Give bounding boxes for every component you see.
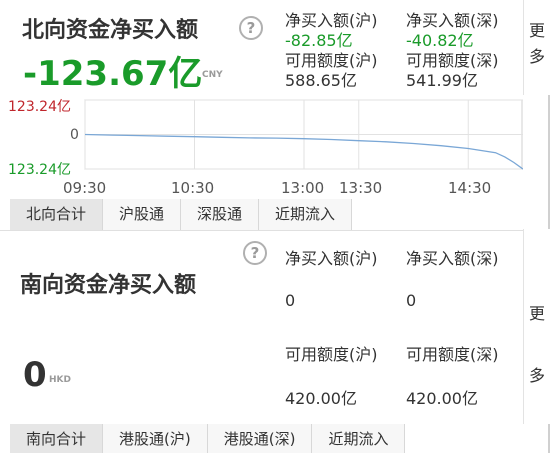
more-column: 更多	[523, 0, 550, 95]
x-tick-label: 13:00	[281, 179, 325, 197]
tab-south-total[interactable]: 南向合计	[10, 424, 104, 453]
sz-quota-value: 541.99亿	[406, 71, 478, 90]
sh-net-value: 0	[285, 291, 296, 310]
northbound-title: 北向资金净买入额	[22, 18, 199, 43]
x-tick-label: 13:30	[339, 179, 383, 197]
y-axis-zero-label: 0	[70, 127, 79, 143]
tab-sz-connect[interactable]: 深股通	[181, 199, 260, 230]
help-icon[interactable]: ?	[239, 16, 263, 40]
sh-net-label: 净买入额(沪)	[285, 249, 378, 268]
northbound-panel: 北向资金净买入额 ? -123.67亿 CNY 净买入额(沪) -82.85亿 …	[8, 0, 550, 230]
sh-quota-label: 可用额度(沪)	[285, 345, 378, 364]
more-link[interactable]: 更多	[524, 18, 550, 70]
x-tick-label: 09:30	[63, 179, 107, 197]
southbound-net-value: 0	[23, 355, 47, 395]
x-tick-label: 14:30	[448, 179, 492, 197]
help-icon[interactable]: ?	[243, 241, 267, 265]
currency-label: HKD	[49, 375, 71, 385]
northbound-tabs: 北向合计 沪股通 深股通 近期流入	[10, 199, 353, 230]
tab-north-total[interactable]: 北向合计	[10, 199, 104, 230]
y-axis-max-label: 123.24亿	[8, 99, 71, 115]
tab-hk-connect-sz[interactable]: 港股通(深)	[207, 424, 313, 453]
sh-quota-value: 420.00亿	[285, 389, 357, 408]
y-axis-min-label: 123.24亿	[8, 162, 71, 178]
currency-label: CNY	[202, 70, 223, 80]
sz-quota-label: 可用额度(深)	[406, 345, 499, 364]
sz-net-label: 净买入额(深)	[406, 249, 499, 268]
sh-quota-value: 588.65亿	[285, 71, 357, 90]
sz-quota-value: 420.00亿	[406, 389, 478, 408]
tab-recent-inflow[interactable]: 近期流入	[259, 199, 353, 230]
x-tick-label: 10:30	[171, 179, 215, 197]
more-link[interactable]: 更多	[524, 283, 550, 407]
sz-net-value: 0	[406, 291, 417, 310]
tab-hk-connect-sh[interactable]: 港股通(沪)	[103, 424, 208, 453]
tab-recent-inflow[interactable]: 近期流入	[312, 424, 406, 453]
northbound-net-value: -123.67亿	[23, 54, 203, 94]
southbound-panel: 南向资金净买入额 ? 0 HKD 净买入额(沪) 0 可用额度(沪) 420.0…	[10, 229, 550, 453]
southbound-title: 南向资金净买入额	[20, 273, 197, 298]
northbound-flow-chart	[84, 99, 523, 170]
tab-sh-connect[interactable]: 沪股通	[103, 199, 182, 230]
more-column: 更多	[523, 229, 550, 424]
southbound-tabs: 南向合计 港股通(沪) 港股通(深) 近期流入	[10, 424, 406, 453]
